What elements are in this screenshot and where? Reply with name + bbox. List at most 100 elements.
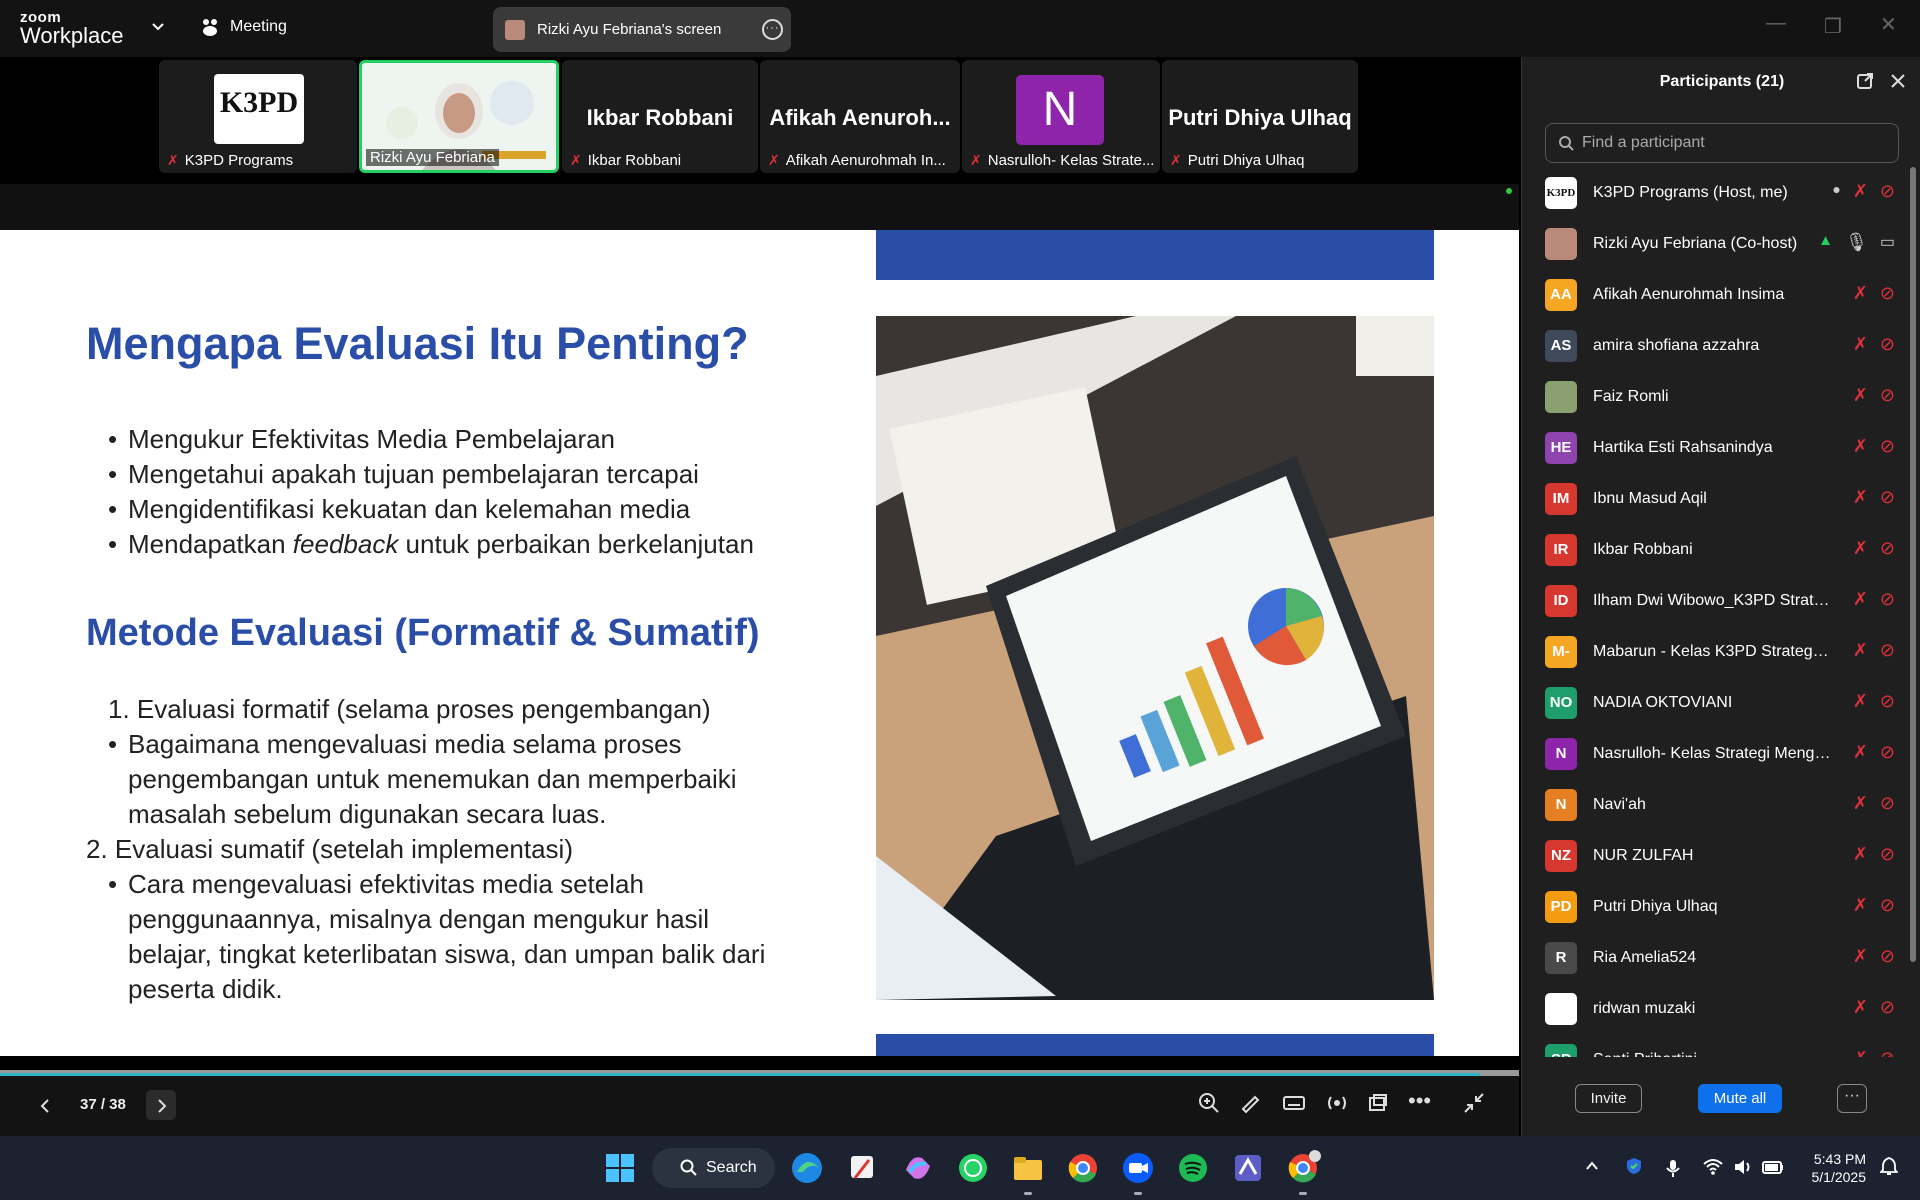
microphone-on-icon[interactable]: 🎙 [1845, 232, 1868, 253]
participant-row[interactable]: Faiz Romli ✗ ⊘ [1545, 371, 1895, 422]
chevron-up-icon[interactable] [1584, 1158, 1600, 1174]
video-off-icon[interactable]: ⊘ [1880, 538, 1895, 559]
participant-row[interactable]: NO NADIA OKTOVIANI ✗ ⊘ [1545, 677, 1895, 728]
next-slide-button[interactable] [146, 1090, 176, 1120]
participant-search-input[interactable]: Find a participant [1545, 123, 1899, 163]
participant-row[interactable]: ridwan muzaki ✗ ⊘ [1545, 983, 1895, 1034]
zoom-app-icon[interactable] [1120, 1150, 1156, 1186]
wifi-icon[interactable] [1703, 1158, 1723, 1176]
video-tile[interactable]: Putri Dhiya Ulhaq ✗ Putri Dhiya Ulhaq [1162, 60, 1358, 173]
video-on-icon[interactable]: ▭ [1880, 232, 1895, 253]
participant-row[interactable]: HE Hartika Esti Rahsanindya ✗ ⊘ [1545, 422, 1895, 473]
mic-off-icon[interactable]: ✗ [1853, 640, 1868, 661]
mic-off-icon[interactable]: ✗ [1853, 691, 1868, 712]
windows-start-icon[interactable] [602, 1150, 638, 1186]
volume-icon[interactable] [1733, 1158, 1753, 1176]
participant-row[interactable]: ID Ilham Dwi Wibowo_K3PD Strate... ✗ ⊘ [1545, 575, 1895, 626]
more-icon[interactable]: ••• [1408, 1088, 1431, 1114]
video-off-icon[interactable]: ⊘ [1880, 334, 1895, 355]
mic-off-icon[interactable]: ✗ [1853, 742, 1868, 763]
mic-off-icon[interactable]: ✗ [1853, 589, 1868, 610]
copilot-icon[interactable] [900, 1150, 936, 1186]
mic-off-icon[interactable]: ✗ [1853, 895, 1868, 916]
video-tile[interactable]: Ikbar Robbani ✗ Ikbar Robbani [562, 60, 758, 173]
participant-row[interactable]: Rizki Ayu Febriana (Co-host) ▲ 🎙 ▭ [1545, 218, 1895, 269]
video-off-icon[interactable]: ⊘ [1880, 436, 1895, 457]
video-off-icon[interactable]: ⊘ [1880, 181, 1895, 202]
snipping-tool-icon[interactable] [845, 1150, 881, 1186]
security-shield-icon[interactable] [1624, 1156, 1644, 1176]
mic-off-icon[interactable]: ✗ [1853, 334, 1868, 355]
participant-row[interactable]: N Nasrulloh- Kelas Strategi Mengaj... ✗ ⊘ [1545, 728, 1895, 779]
more-button[interactable]: ··· [1837, 1084, 1867, 1113]
whatsapp-icon[interactable] [955, 1150, 991, 1186]
microphone-icon[interactable] [1665, 1158, 1681, 1178]
participant-row[interactable]: N Navi'ah ✗ ⊘ [1545, 779, 1895, 830]
video-tile[interactable]: K3PD ✗ K3PD Programs [159, 60, 357, 173]
restore-icon[interactable]: ❐ [1824, 14, 1842, 39]
mic-off-icon[interactable]: ✗ [1853, 283, 1868, 304]
exit-fullscreen-icon[interactable] [1463, 1092, 1485, 1114]
mic-off-icon[interactable]: ✗ [1853, 946, 1868, 967]
participant-row[interactable]: M- Mabarun - Kelas K3PD Strategi ... ✗ ⊘ [1545, 626, 1895, 677]
mic-off-icon[interactable]: ✗ [1853, 997, 1868, 1018]
participant-row[interactable]: K3PD K3PD Programs (Host, me) ● ✗ ⊘ [1545, 167, 1895, 218]
video-off-icon[interactable]: ⊘ [1880, 487, 1895, 508]
pen-icon[interactable] [1240, 1092, 1262, 1114]
file-explorer-icon[interactable] [1010, 1150, 1046, 1186]
participant-list-scrollbar[interactable] [1910, 167, 1916, 962]
broadcast-icon[interactable] [1326, 1092, 1348, 1114]
shared-screen[interactable]: Mengapa Evaluasi Itu Penting? Mengukur E… [0, 184, 1519, 1084]
video-off-icon[interactable]: ⊘ [1880, 640, 1895, 661]
taskbar-search[interactable]: Search [652, 1148, 775, 1188]
mic-off-icon[interactable]: ✗ [1853, 793, 1868, 814]
spotify-icon[interactable] [1175, 1150, 1211, 1186]
chevron-down-icon[interactable] [150, 18, 166, 34]
minimize-icon[interactable]: — [1766, 12, 1786, 35]
video-off-icon[interactable]: ⊘ [1880, 589, 1895, 610]
edge-icon[interactable] [789, 1150, 825, 1186]
participant-row[interactable]: AS amira shofiana azzahra ✗ ⊘ [1545, 320, 1895, 371]
participant-row[interactable]: PD Putri Dhiya Ulhaq ✗ ⊘ [1545, 881, 1895, 932]
video-off-icon[interactable]: ⊘ [1880, 742, 1895, 763]
video-off-icon[interactable]: ⊘ [1880, 385, 1895, 406]
participant-row[interactable]: IM Ibnu Masud Aqil ✗ ⊘ [1545, 473, 1895, 524]
more-options-icon[interactable]: ··· [762, 19, 783, 40]
screen-share-indicator[interactable]: Rizki Ayu Febriana's screen ··· [493, 7, 791, 52]
taskbar-clock[interactable]: 5:43 PM 5/1/2025 [1802, 1150, 1867, 1186]
participant-row[interactable]: IR Ikbar Robbani ✗ ⊘ [1545, 524, 1895, 575]
keyboard-icon[interactable] [1282, 1092, 1306, 1114]
meeting-menu[interactable]: Meeting [200, 17, 287, 37]
chrome-profile-icon[interactable] [1285, 1150, 1321, 1186]
participant-row[interactable]: AA Afikah Aenurohmah Insima ✗ ⊘ [1545, 269, 1895, 320]
mute-all-button[interactable]: Mute all [1698, 1084, 1782, 1113]
mic-off-icon[interactable]: ✗ [1853, 844, 1868, 865]
mic-off-icon[interactable]: ✗ [1853, 385, 1868, 406]
video-off-icon[interactable]: ⊘ [1880, 895, 1895, 916]
video-off-icon[interactable]: ⊘ [1880, 1048, 1895, 1057]
participant-row[interactable]: R Ria Amelia524 ✗ ⊘ [1545, 932, 1895, 983]
mic-off-icon[interactable]: ✗ [1853, 436, 1868, 457]
pip-icon[interactable] [1367, 1092, 1389, 1114]
app-icon[interactable] [1230, 1150, 1266, 1186]
video-tile[interactable]: N ✗ Nasrulloh- Kelas Strate... [962, 60, 1160, 173]
video-off-icon[interactable]: ⊘ [1880, 997, 1895, 1018]
mic-off-icon[interactable]: ✗ [1853, 1048, 1868, 1057]
participant-row[interactable]: SPSanti Prihartini✗⊘ [1545, 1034, 1895, 1057]
notification-bell-icon[interactable] [1880, 1156, 1898, 1176]
video-off-icon[interactable]: ⊘ [1880, 793, 1895, 814]
previous-slide-icon[interactable] [38, 1098, 52, 1114]
video-tile[interactable]: Afikah Aenuroh... ✗ Afikah Aenurohmah In.… [760, 60, 960, 173]
mic-off-icon[interactable]: ✗ [1853, 181, 1868, 202]
video-off-icon[interactable]: ⊘ [1880, 283, 1895, 304]
popout-icon[interactable] [1856, 72, 1874, 90]
close-window-icon[interactable]: ✕ [1880, 12, 1897, 37]
zoom-in-icon[interactable] [1198, 1092, 1220, 1114]
battery-icon[interactable] [1762, 1158, 1784, 1176]
invite-button[interactable]: Invite [1575, 1084, 1642, 1113]
video-off-icon[interactable]: ⊘ [1880, 946, 1895, 967]
close-panel-icon[interactable] [1890, 72, 1906, 90]
video-off-icon[interactable]: ⊘ [1880, 691, 1895, 712]
mic-off-icon[interactable]: ✗ [1853, 487, 1868, 508]
video-tile-active-speaker[interactable]: Rizki Ayu Febriana [359, 60, 559, 173]
